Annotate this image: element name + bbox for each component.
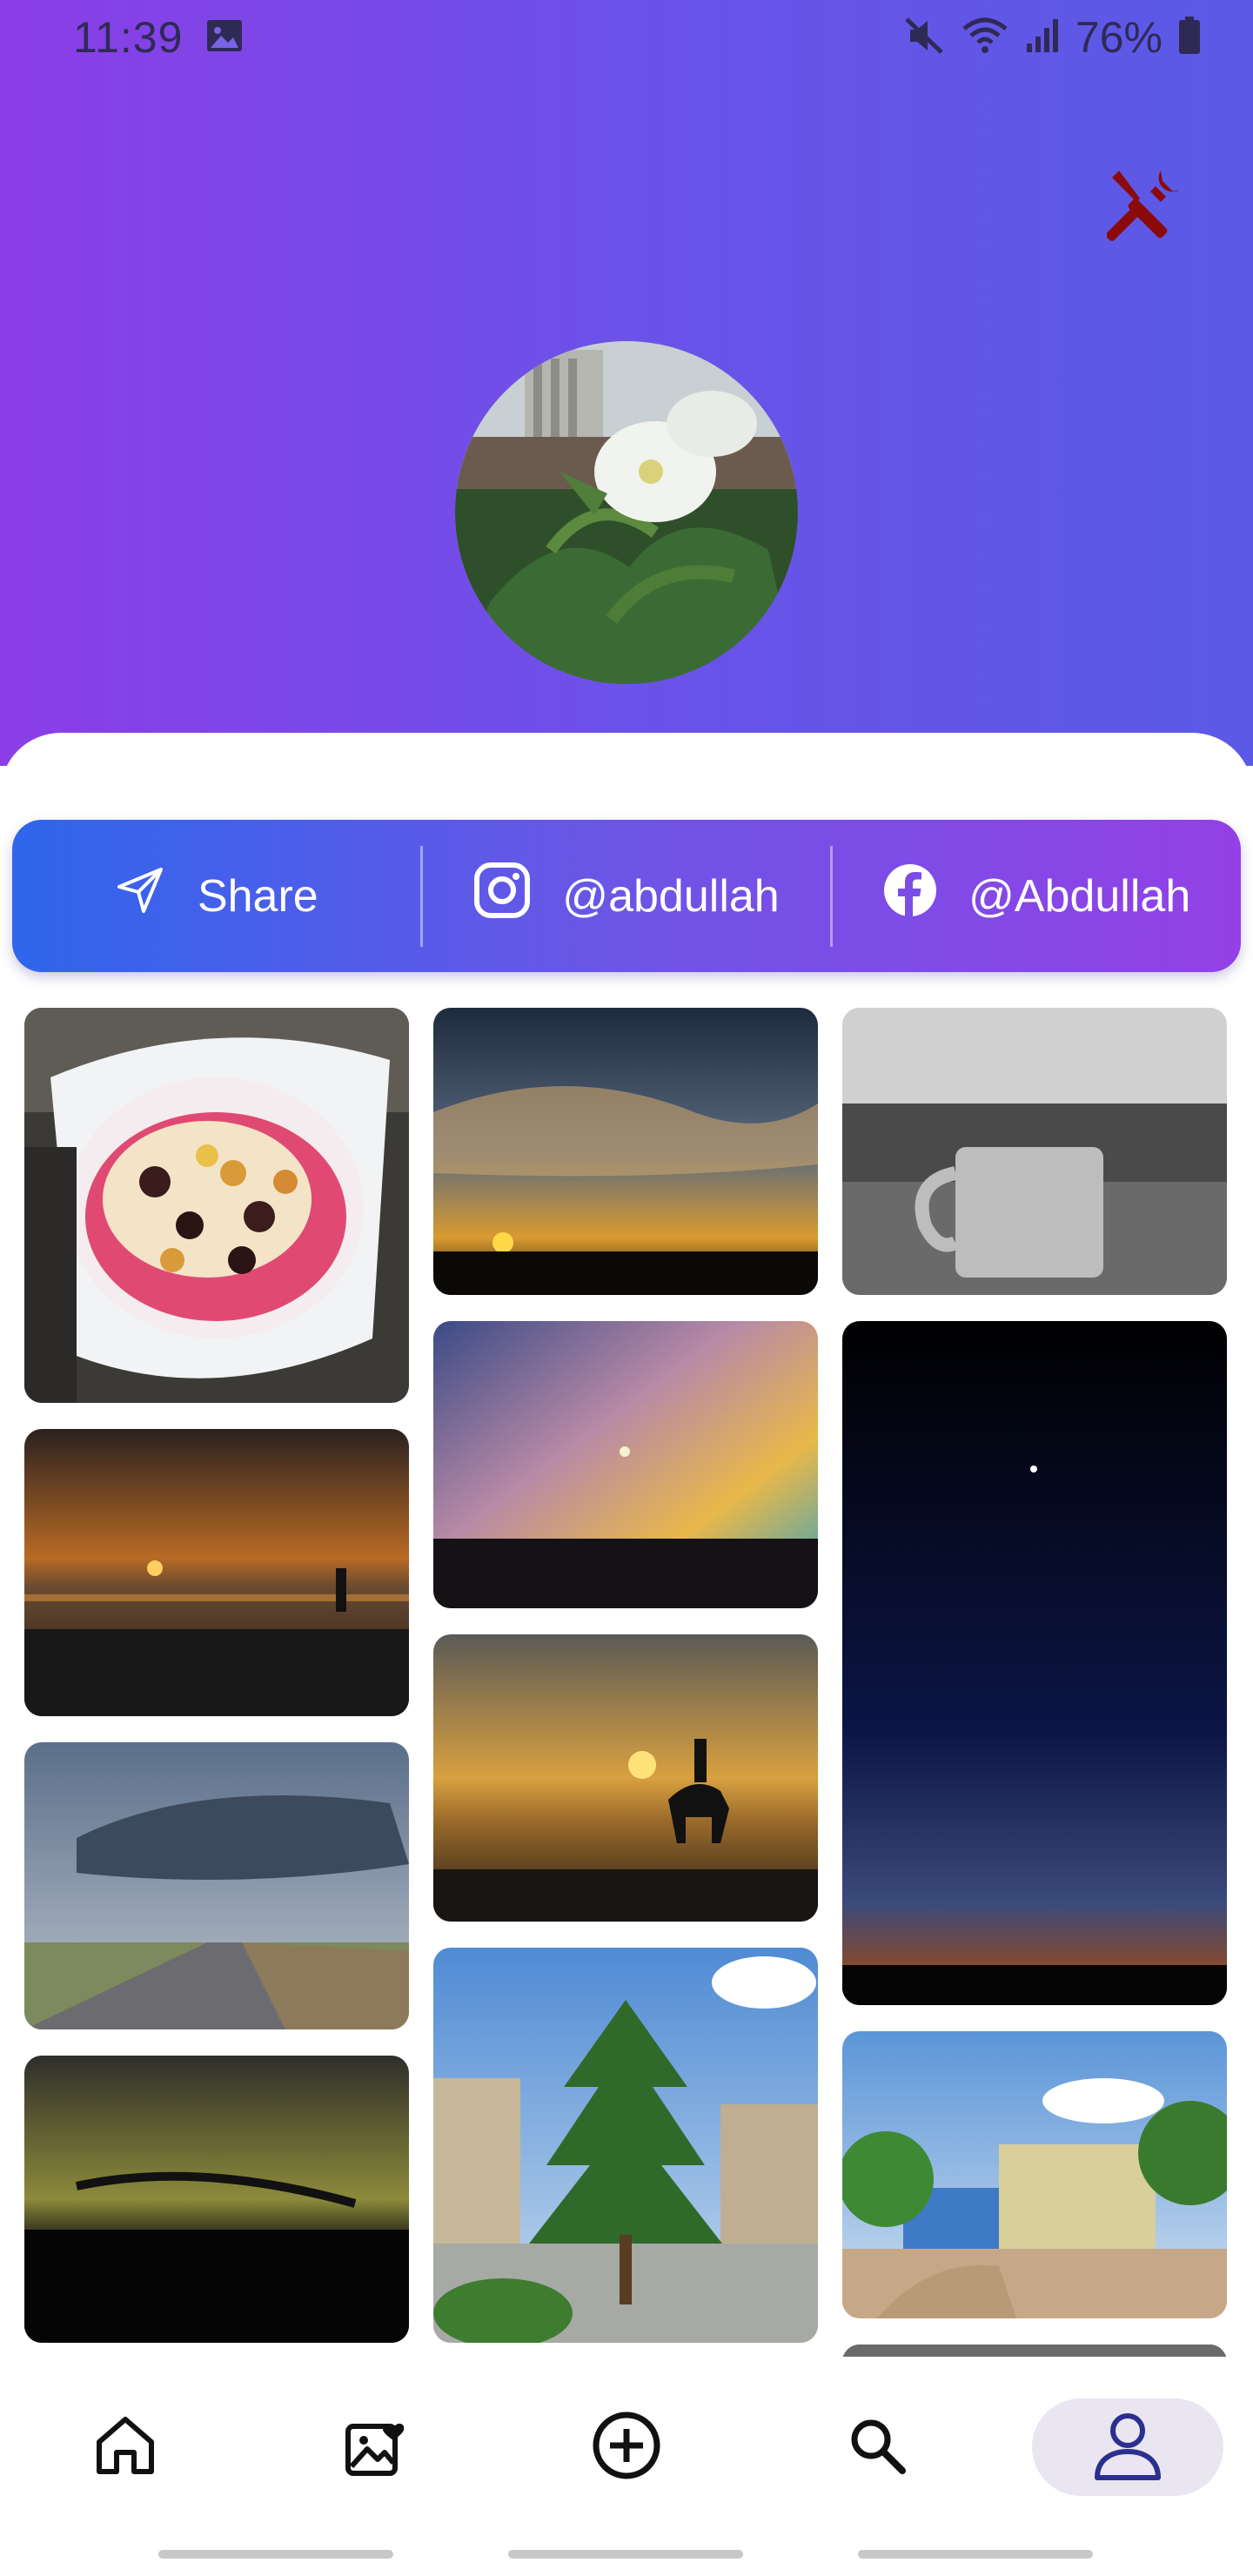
photo-night-sky[interactable] [842,1321,1227,2005]
profile-avatar[interactable] [455,341,798,684]
photo-gallery [0,1008,1253,2357]
gesture-bar [508,2550,743,2559]
wifi-icon [961,17,1009,59]
nav-add[interactable] [531,2398,722,2496]
signal-icon [1025,17,1060,58]
status-time: 11:39 [73,13,184,62]
facebook-link[interactable]: @Abdullah [833,820,1241,972]
instagram-link[interactable]: @abdullah [423,820,831,972]
add-circle-icon [591,2410,662,2485]
photo-pine-tree-courtyard[interactable] [433,1948,818,2343]
nav-search[interactable] [781,2398,973,2496]
share-label: Share [197,870,318,922]
photo-coffee-mug-bw[interactable] [842,1008,1227,1295]
image-notification-icon [205,18,244,57]
gesture-bar [158,2550,393,2559]
mute-icon [903,16,945,60]
nav-home[interactable] [30,2398,221,2496]
battery-percent: 76% [1075,13,1163,62]
home-icon [92,2412,158,2483]
nav-profile[interactable] [1032,2398,1223,2496]
status-bar: 11:39 76% [0,0,1253,75]
gesture-bar [858,2550,1093,2559]
photo-fruit-chaat-bowl[interactable] [24,1008,409,1403]
photo-purple-sky-moon[interactable] [433,1321,818,1608]
instagram-icon [473,862,531,930]
instagram-handle: @abdullah [562,870,780,922]
social-bar: Share @abdullah @Abdullah [12,820,1241,972]
facebook-icon [883,863,937,929]
tools-icon [1106,165,1187,250]
nav-gallery[interactable] [280,2398,472,2496]
search-icon [847,2415,908,2480]
facebook-handle: @Abdullah [968,870,1191,922]
send-icon [114,864,166,928]
tools-button[interactable] [1102,162,1192,252]
photo-sunset-clouds[interactable] [433,1008,818,1295]
photo-next-row[interactable] [842,2345,1227,2357]
share-button[interactable]: Share [12,820,420,972]
bottom-navigation [0,2357,1253,2576]
gallery-heart-icon [343,2412,409,2483]
battery-icon [1178,16,1201,59]
photo-wheat-silhouette[interactable] [24,2056,409,2343]
photo-stormy-road[interactable] [24,1742,409,2029]
profile-icon [1090,2408,1165,2487]
photo-building-blue-sky[interactable] [842,2031,1227,2318]
photo-camel-beach-sunset[interactable] [433,1634,818,1922]
profile-header: 11:39 76% [0,0,1253,766]
photo-beach-sunset[interactable] [24,1429,409,1716]
